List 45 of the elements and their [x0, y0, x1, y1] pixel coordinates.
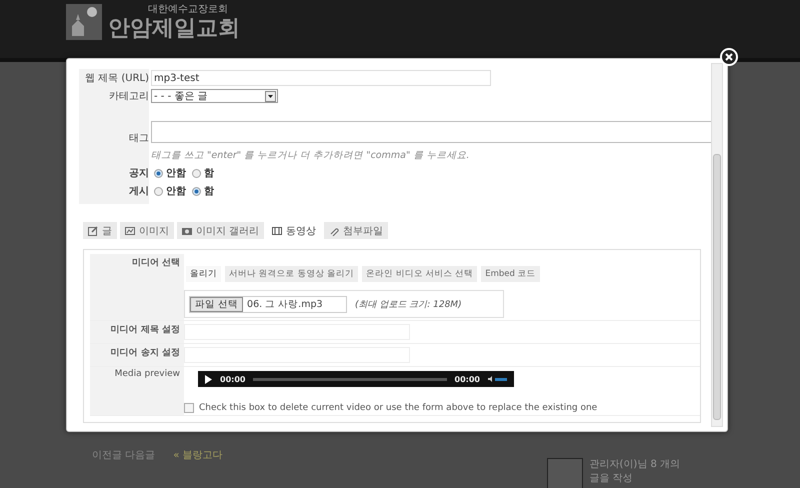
category-select[interactable]: - - - 좋은 글	[151, 89, 278, 103]
close-icon[interactable]	[720, 48, 738, 66]
widget-text: 관리자(이)님 8 개의	[589, 458, 680, 472]
field-label: 공지	[128, 167, 150, 180]
play-icon[interactable]	[204, 374, 212, 384]
editor-tab[interactable]: 글	[83, 222, 117, 239]
field-label: 웹 제목 (URL)	[84, 72, 150, 85]
field-label: 태그	[128, 132, 150, 145]
film-icon	[272, 226, 282, 236]
radio-option[interactable]: 안함	[154, 166, 186, 180]
church-name: 안암제일교회	[108, 16, 240, 42]
tag-hint: 태그를 쓰고 "enter" 를 누르거나 더 추가하려면 "comma" 를 누르세요.	[151, 150, 470, 161]
picture-icon	[125, 226, 135, 236]
field-label: Media preview	[114, 369, 180, 379]
progress-track[interactable]	[253, 378, 447, 380]
widget-text: 글을 작성	[589, 472, 634, 486]
radio-option[interactable]: 함	[192, 166, 214, 180]
file-input[interactable]: 파일 선택 06. 그 사랑.mp3	[189, 296, 347, 312]
field-label: 미디어 제목 설정	[110, 325, 180, 335]
upload-method-tab[interactable]: 올리기	[186, 266, 221, 282]
upload-method-tab[interactable]: 서버나 원격으로 동영상 올리기	[225, 266, 358, 282]
field-label: 게시	[128, 185, 150, 198]
upload-method-tab[interactable]: 온라인 비디오 서비스 선택	[362, 266, 478, 282]
url-input[interactable]: mp3-test	[151, 70, 491, 86]
radio-option[interactable]: 안함	[154, 184, 186, 198]
max-size-note: (최대 업로드 크기: 128M)	[355, 298, 462, 310]
field-label: 미디어 송지 설정	[110, 348, 180, 358]
duration-time: 00:00	[454, 374, 480, 384]
editor-tab[interactable]: 이미지	[120, 222, 174, 239]
church-logo-icon	[66, 4, 102, 40]
paperclip-icon	[329, 226, 340, 236]
editor-tab[interactable]: 이미지 갤러리	[177, 222, 264, 239]
upload-method-tab[interactable]: Embed 코드	[481, 266, 540, 282]
denomination-text: 대한예수교장로회	[148, 3, 228, 16]
scrollbar[interactable]	[711, 63, 723, 427]
camera-icon	[182, 226, 192, 236]
dropdown-caret-icon[interactable]	[265, 90, 276, 102]
volume-icon[interactable]	[488, 375, 508, 383]
current-time: 00:00	[220, 374, 246, 384]
delete-video-checkbox[interactable]: Check this box to delete current video or use the form above to replace the existing one	[184, 403, 700, 413]
field-label: 미디어 선택	[132, 258, 180, 268]
radio-option[interactable]: 함	[192, 184, 214, 198]
pencil-square-icon	[88, 226, 98, 236]
field-label: 카테고리	[108, 90, 150, 103]
editor-tab[interactable]: 첨부파일	[324, 222, 388, 239]
